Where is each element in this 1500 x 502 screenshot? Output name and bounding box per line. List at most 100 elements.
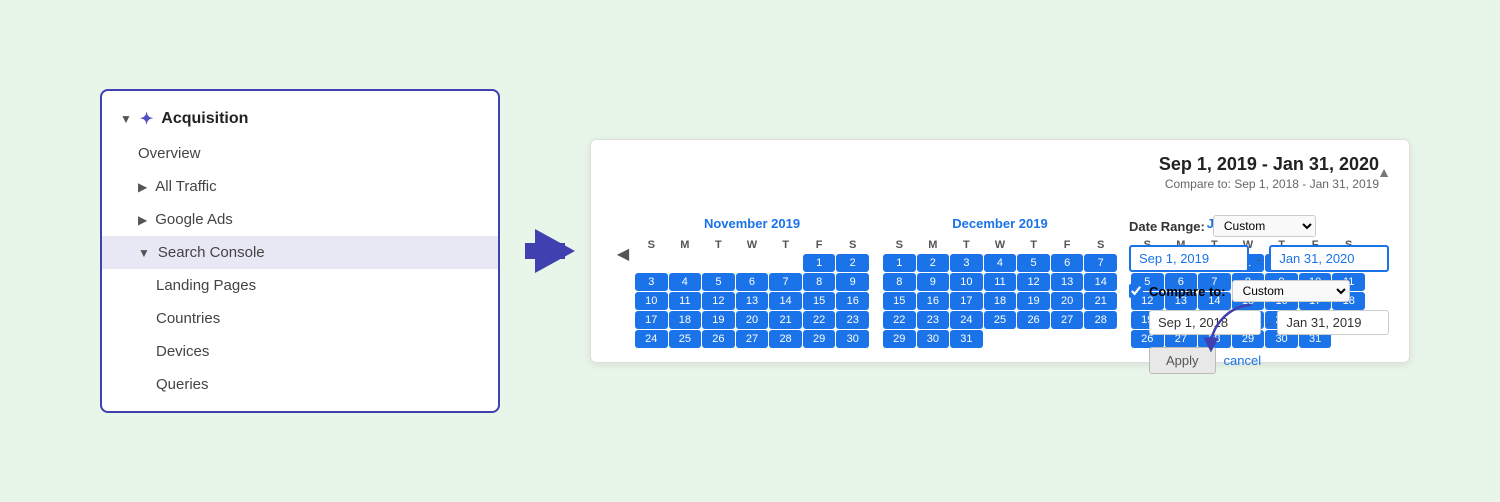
calendar-day-cell[interactable]: 28 <box>769 330 802 348</box>
calendar-day-cell[interactable]: 27 <box>1051 311 1084 329</box>
calendar-day-cell[interactable]: 14 <box>769 292 802 310</box>
calendar-day-cell[interactable]: 24 <box>950 311 983 329</box>
calendar-header-cell: T <box>950 237 983 253</box>
apply-button[interactable]: Apply <box>1149 347 1216 374</box>
compare-from-input[interactable] <box>1149 310 1261 335</box>
calendar-day-cell[interactable]: 15 <box>883 292 916 310</box>
calendar-day-cell[interactable]: 19 <box>702 311 735 329</box>
calendar-day-cell[interactable]: 5 <box>1017 254 1050 272</box>
calendar-day-cell[interactable]: 29 <box>883 330 916 348</box>
calendar-day-cell[interactable]: 13 <box>1051 273 1084 291</box>
calendar-day-cell[interactable]: 1 <box>883 254 916 272</box>
calendar-header-cell: M <box>669 237 702 253</box>
calendar-grid-0: SMTWTFS123456789101112131415161718192021… <box>635 237 869 348</box>
calendar-prev-button[interactable]: ◀ <box>611 216 635 264</box>
date-picker-panel: Sep 1, 2019 - Jan 31, 2020 Compare to: S… <box>590 139 1410 363</box>
calendar-day-cell[interactable]: 6 <box>1051 254 1084 272</box>
calendar-day-cell[interactable]: 11 <box>984 273 1017 291</box>
calendar-day-cell[interactable]: 21 <box>1084 292 1117 310</box>
calendar-day-cell[interactable]: 17 <box>635 311 668 329</box>
calendar-day-cell[interactable]: 9 <box>917 273 950 291</box>
calendar-day-cell[interactable]: 17 <box>950 292 983 310</box>
compare-to-label: Compare to: <box>1149 284 1226 299</box>
cancel-button[interactable]: cancel <box>1224 353 1262 368</box>
action-row: Apply cancel <box>1149 347 1389 374</box>
calendar-day-cell[interactable]: 27 <box>736 330 769 348</box>
calendar-day-cell[interactable]: 2 <box>917 254 950 272</box>
header-compare-range: Compare to: Sep 1, 2018 - Jan 31, 2019 <box>1159 177 1379 191</box>
calendar-header-cell: W <box>984 237 1017 253</box>
calendar-header-cell: S <box>635 237 668 253</box>
calendar-grid-1: SMTWTFS123456789101112131415161718192021… <box>883 237 1117 348</box>
calendar-day-cell[interactable]: 15 <box>803 292 836 310</box>
calendar-header-cell: F <box>1051 237 1084 253</box>
calendar-day-cell[interactable]: 3 <box>950 254 983 272</box>
compare-checkbox[interactable] <box>1129 284 1143 298</box>
all-traffic-arrow: ▶ <box>138 180 147 194</box>
calendar-day-cell[interactable]: 24 <box>635 330 668 348</box>
calendar-day-cell[interactable]: 19 <box>1017 292 1050 310</box>
compare-to-input[interactable] <box>1277 310 1389 335</box>
sidebar-item-queries[interactable]: Queries <box>102 368 498 401</box>
calendar-day-cell[interactable]: 11 <box>669 292 702 310</box>
calendar-day-cell[interactable]: 26 <box>1017 311 1050 329</box>
calendar-day-cell[interactable]: 6 <box>736 273 769 291</box>
calendar-day-cell[interactable]: 29 <box>803 330 836 348</box>
calendar-day-cell[interactable]: 30 <box>917 330 950 348</box>
sidebar-item-all-traffic[interactable]: ▶ All Traffic <box>102 170 498 203</box>
calendar-day-cell[interactable]: 3 <box>635 273 668 291</box>
compare-to-select[interactable]: Custom Previous period Previous year <box>1232 280 1350 302</box>
calendar-0: November 2019SMTWTFS12345678910111213141… <box>635 216 869 348</box>
sidebar-item-search-console[interactable]: ▼ Search Console <box>102 236 498 269</box>
sidebar-item-google-ads[interactable]: ▶ Google Ads <box>102 203 498 236</box>
date-from-input[interactable] <box>1129 245 1249 272</box>
calendar-day-cell[interactable]: 21 <box>769 311 802 329</box>
calendar-day-cell[interactable]: 28 <box>1084 311 1117 329</box>
calendar-day-cell[interactable]: 14 <box>1084 273 1117 291</box>
sidebar-item-acquisition[interactable]: ▼ ✦ Acquisition <box>102 101 498 137</box>
calendar-day-cell[interactable]: 23 <box>917 311 950 329</box>
calendar-day-cell[interactable]: 25 <box>984 311 1017 329</box>
calendar-day-cell <box>1084 330 1117 348</box>
calendar-day-cell[interactable]: 22 <box>883 311 916 329</box>
calendar-day-cell[interactable]: 13 <box>736 292 769 310</box>
calendar-day-cell[interactable]: 2 <box>836 254 869 272</box>
date-range-select[interactable]: Custom Last 7 days Last 30 days <box>1213 215 1316 237</box>
calendar-day-cell[interactable]: 10 <box>635 292 668 310</box>
calendar-day-cell[interactable]: 7 <box>769 273 802 291</box>
sidebar-item-landing-pages[interactable]: Landing Pages <box>102 269 498 302</box>
calendar-day-cell[interactable]: 31 <box>950 330 983 348</box>
date-to-input[interactable] <box>1269 245 1389 272</box>
calendar-day-cell[interactable]: 10 <box>950 273 983 291</box>
sidebar-item-devices[interactable]: Devices <box>102 335 498 368</box>
sidebar-item-overview[interactable]: Overview <box>102 137 498 170</box>
sidebar-item-countries[interactable]: Countries <box>102 302 498 335</box>
calendar-day-cell[interactable]: 22 <box>803 311 836 329</box>
right-arrow-shape <box>535 229 575 273</box>
calendar-day-cell[interactable]: 4 <box>669 273 702 291</box>
sidebar: ▼ ✦ Acquisition Overview ▶ All Traffic ▶… <box>100 89 500 413</box>
calendar-day-cell[interactable]: 16 <box>917 292 950 310</box>
calendar-day-cell[interactable]: 18 <box>669 311 702 329</box>
sidebar-label-google-ads: Google Ads <box>155 211 233 228</box>
calendar-day-cell[interactable]: 8 <box>883 273 916 291</box>
calendar-day-cell[interactable]: 20 <box>736 311 769 329</box>
scroll-up-arrow[interactable]: ▲ <box>1377 164 1391 180</box>
calendar-day-cell[interactable]: 9 <box>836 273 869 291</box>
calendar-day-cell[interactable]: 4 <box>984 254 1017 272</box>
calendar-day-cell[interactable]: 25 <box>669 330 702 348</box>
calendar-day-cell[interactable]: 16 <box>836 292 869 310</box>
calendar-day-cell[interactable]: 1 <box>803 254 836 272</box>
calendar-day-cell[interactable]: 26 <box>702 330 735 348</box>
calendar-day-cell[interactable]: 23 <box>836 311 869 329</box>
calendar-day-cell[interactable]: 7 <box>1084 254 1117 272</box>
calendar-day-cell[interactable]: 18 <box>984 292 1017 310</box>
calendar-day-cell[interactable]: 30 <box>836 330 869 348</box>
calendar-day-cell <box>1017 330 1050 348</box>
calendar-day-cell[interactable]: 5 <box>702 273 735 291</box>
calendar-day-cell[interactable]: 8 <box>803 273 836 291</box>
calendar-day-cell[interactable]: 12 <box>702 292 735 310</box>
calendar-day-cell <box>736 254 769 272</box>
calendar-day-cell[interactable]: 12 <box>1017 273 1050 291</box>
calendar-day-cell[interactable]: 20 <box>1051 292 1084 310</box>
